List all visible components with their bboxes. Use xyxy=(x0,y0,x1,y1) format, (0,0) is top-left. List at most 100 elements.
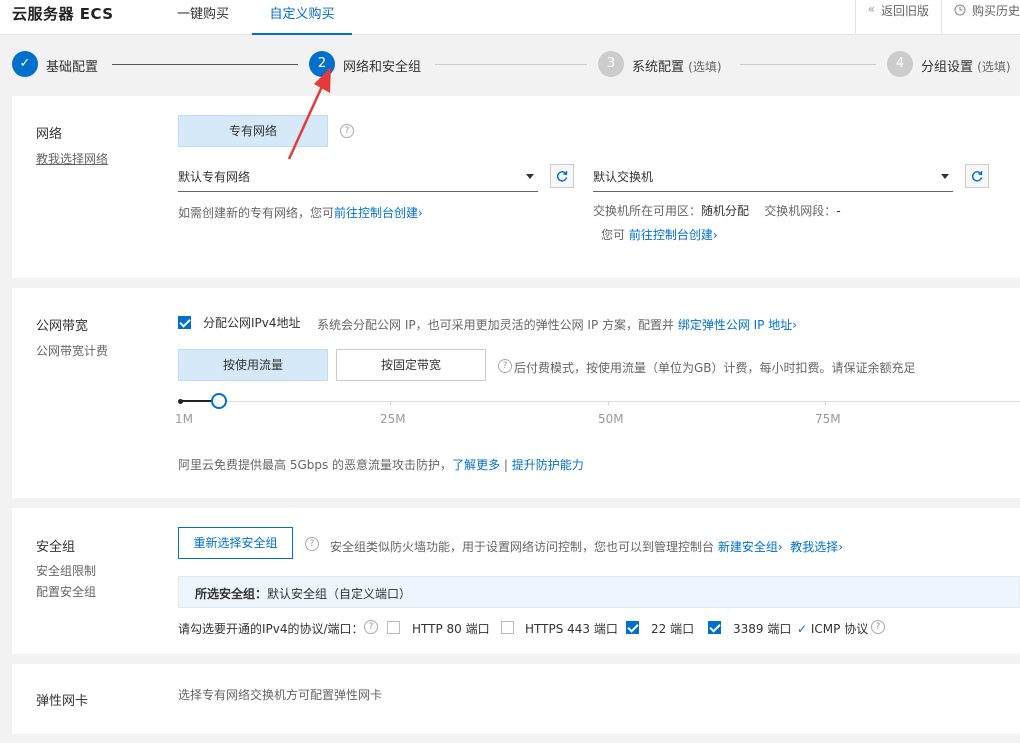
port-http-checkbox[interactable] xyxy=(387,621,400,634)
security-group-note: 安全组类似防火墙功能，用于设置网络访问控制，您也可以到管理控制台 新建安全组› … xyxy=(330,538,843,555)
slider-tick xyxy=(608,402,609,405)
port-3389-checkbox[interactable] xyxy=(708,621,721,634)
vpc-select-value: 默认专有网络 xyxy=(178,170,251,184)
cidr-label: 交换机网段： xyxy=(764,204,837,218)
step-4-title: 分组设置 xyxy=(921,60,974,75)
security-group-title: 安全组 xyxy=(36,540,76,555)
refresh-icon xyxy=(971,171,983,182)
port-22-checkbox[interactable] xyxy=(626,621,639,634)
vswitch-zone-note: 交换机所在可用区：随机分配 交换机网段：- xyxy=(593,202,841,219)
step-3-optional: (选填) xyxy=(688,60,722,74)
reselect-security-group-button[interactable]: 重新选择安全组 xyxy=(178,527,293,559)
step-connector-3 xyxy=(740,64,876,65)
sg-note-text: 安全组类似防火墙功能，用于设置网络访问控制，您也可以到管理控制台 xyxy=(330,540,715,554)
billing-by-traffic-button[interactable]: 按使用流量 xyxy=(178,349,328,381)
step-3-title: 系统配置 xyxy=(632,60,685,75)
help-icon[interactable]: ? xyxy=(498,359,512,373)
step-2-label[interactable]: 网络和安全组 xyxy=(343,56,421,75)
ports-label: 请勾选要开通的IPv4的协议/端口： xyxy=(178,622,364,636)
step-indicator: ✓ 基础配置 2 网络和安全组 3 系统配置 (选填) 4 分组设置 (选填) xyxy=(0,36,1020,94)
vpc-refresh-button[interactable] xyxy=(550,164,574,188)
top-bar: 云服务器 ECS 一键购买 自定义购买 « 返回旧版 购买历史 xyxy=(0,0,1020,35)
step-1-check-icon[interactable]: ✓ xyxy=(12,51,38,77)
zone-label: 交换机所在可用区： xyxy=(593,204,702,218)
security-group-sub1: 安全组限制 xyxy=(36,564,97,578)
network-help-link[interactable]: 教我选择网络 xyxy=(36,150,108,167)
cidr-value: - xyxy=(836,204,841,218)
help-icon[interactable]: ? xyxy=(305,537,319,551)
step-connector-1 xyxy=(112,64,298,65)
vpc-create-link[interactable]: 前往控制台创建› xyxy=(334,206,423,220)
caret-down-icon xyxy=(526,174,534,179)
improve-protection-link[interactable]: 提升防护能力 xyxy=(512,458,584,472)
brand-title: 云服务器 ECS xyxy=(12,5,114,23)
slider-tick-label: 1M xyxy=(175,412,193,426)
vpc-select[interactable]: 默认专有网络 xyxy=(178,162,538,192)
tab-one-click-buy[interactable]: 一键购买 xyxy=(177,3,229,35)
check-icon: ✓ xyxy=(797,622,808,636)
eni-note: 选择专有网络交换机方可配置弹性网卡 xyxy=(178,688,383,702)
assign-ipv4-label: 分配公网IPv4地址 xyxy=(203,316,301,330)
icmp-label: ICMP 协议 xyxy=(810,622,869,636)
step-3-number[interactable]: 3 xyxy=(598,51,624,77)
vswitch-select[interactable]: 默认交换机 xyxy=(593,162,953,192)
back-old-version-link[interactable]: « 返回旧版 xyxy=(854,0,941,35)
bandwidth-panel: 公网带宽 公网带宽计费 分配公网IPv4地址 系统会分配公网 IP，也可采用更加… xyxy=(12,288,1020,498)
port-https-label: HTTPS 443 端口 xyxy=(525,622,618,636)
zone-value: 随机分配 xyxy=(701,204,750,218)
step-3-label[interactable]: 系统配置 (选填) xyxy=(632,56,722,75)
vswitch-create-link[interactable]: 前往控制台创建› xyxy=(629,228,718,242)
learn-more-link[interactable]: 了解更多 xyxy=(452,458,500,472)
billing-note: 后付费模式，按使用流量（单位为GB）计费，每小时扣费。请保证余额充足 xyxy=(514,361,916,375)
step-connector-2 xyxy=(435,64,587,65)
assign-ipv4-note: 系统会分配公网 IP，也可采用更加灵活的弹性公网 IP 方案，配置并 绑定弹性公… xyxy=(317,316,797,333)
slider-handle[interactable] xyxy=(211,393,227,409)
step-4-optional: (选填) xyxy=(977,60,1011,74)
port-http-label: HTTP 80 端口 xyxy=(412,622,490,636)
security-group-sub2: 配置安全组 xyxy=(36,585,97,599)
slider-tick-label: 75M xyxy=(815,412,841,426)
annotation-arrow-icon xyxy=(287,67,331,160)
step-4-label[interactable]: 分组设置 (选填) xyxy=(921,56,1011,75)
step-4-number[interactable]: 4 xyxy=(887,51,913,77)
step-1-label[interactable]: 基础配置 xyxy=(46,56,98,75)
vswitch-create-note: 您可 前往控制台创建› xyxy=(601,226,718,243)
new-security-group-link[interactable]: 新建安全组› xyxy=(718,540,783,554)
caret-down-icon xyxy=(941,174,949,179)
help-icon[interactable]: ? xyxy=(364,620,378,634)
eni-panel: 弹性网卡 选择专有网络交换机方可配置弹性网卡 xyxy=(12,664,1020,734)
top-right-actions: « 返回旧版 购买历史 xyxy=(854,0,1020,35)
slider-tick-label: 50M xyxy=(598,412,624,426)
vswitch-refresh-button[interactable] xyxy=(965,164,989,188)
help-icon[interactable]: ? xyxy=(871,620,885,634)
slider-tick-label: 25M xyxy=(380,412,406,426)
port-https-checkbox[interactable] xyxy=(501,621,514,634)
assign-ipv4-checkbox[interactable] xyxy=(178,316,191,329)
vswitch-note-text: 您可 xyxy=(601,228,626,242)
selected-sg-value: 默认安全组（自定义端口） xyxy=(267,587,412,601)
help-icon[interactable]: ? xyxy=(340,124,354,138)
security-group-panel: 安全组 安全组限制 配置安全组 重新选择安全组 ? 安全组类似防火墙功能，用于设… xyxy=(12,508,1020,654)
slider-tick xyxy=(390,402,391,405)
refresh-icon xyxy=(556,171,568,182)
selected-sg-label: 所选安全组： xyxy=(195,587,268,601)
network-title: 网络 xyxy=(36,127,63,142)
double-chevron-left-icon: « xyxy=(867,2,875,16)
bandwidth-billing-sub: 公网带宽计费 xyxy=(36,344,109,358)
bandwidth-title: 公网带宽 xyxy=(36,319,89,334)
port-3389-label: 3389 端口 xyxy=(733,622,792,636)
port-22-label: 22 端口 xyxy=(651,622,695,636)
slider-tick xyxy=(825,402,826,405)
ddos-note: 阿里云免费提供最高 5Gbps 的恶意流量攻击防护，了解更多 | 提升防护能力 xyxy=(178,456,584,473)
vpc-note-text: 如需创建新的专有网络，您可 xyxy=(178,206,335,220)
vswitch-select-value: 默认交换机 xyxy=(593,170,654,184)
ddos-separator: | xyxy=(503,458,508,472)
vpc-create-note: 如需创建新的专有网络，您可前往控制台创建› xyxy=(178,204,423,221)
tab-custom-buy[interactable]: 自定义购买 xyxy=(252,3,352,35)
help-choose-link[interactable]: 教我选择› xyxy=(790,540,843,554)
billing-by-fixed-button[interactable]: 按固定带宽 xyxy=(336,349,486,381)
clock-icon xyxy=(954,4,966,16)
eni-title: 弹性网卡 xyxy=(36,694,89,709)
bind-eip-link[interactable]: 绑定弹性公网 IP 地址› xyxy=(678,318,797,332)
purchase-history-link[interactable]: 购买历史 xyxy=(940,0,1020,35)
